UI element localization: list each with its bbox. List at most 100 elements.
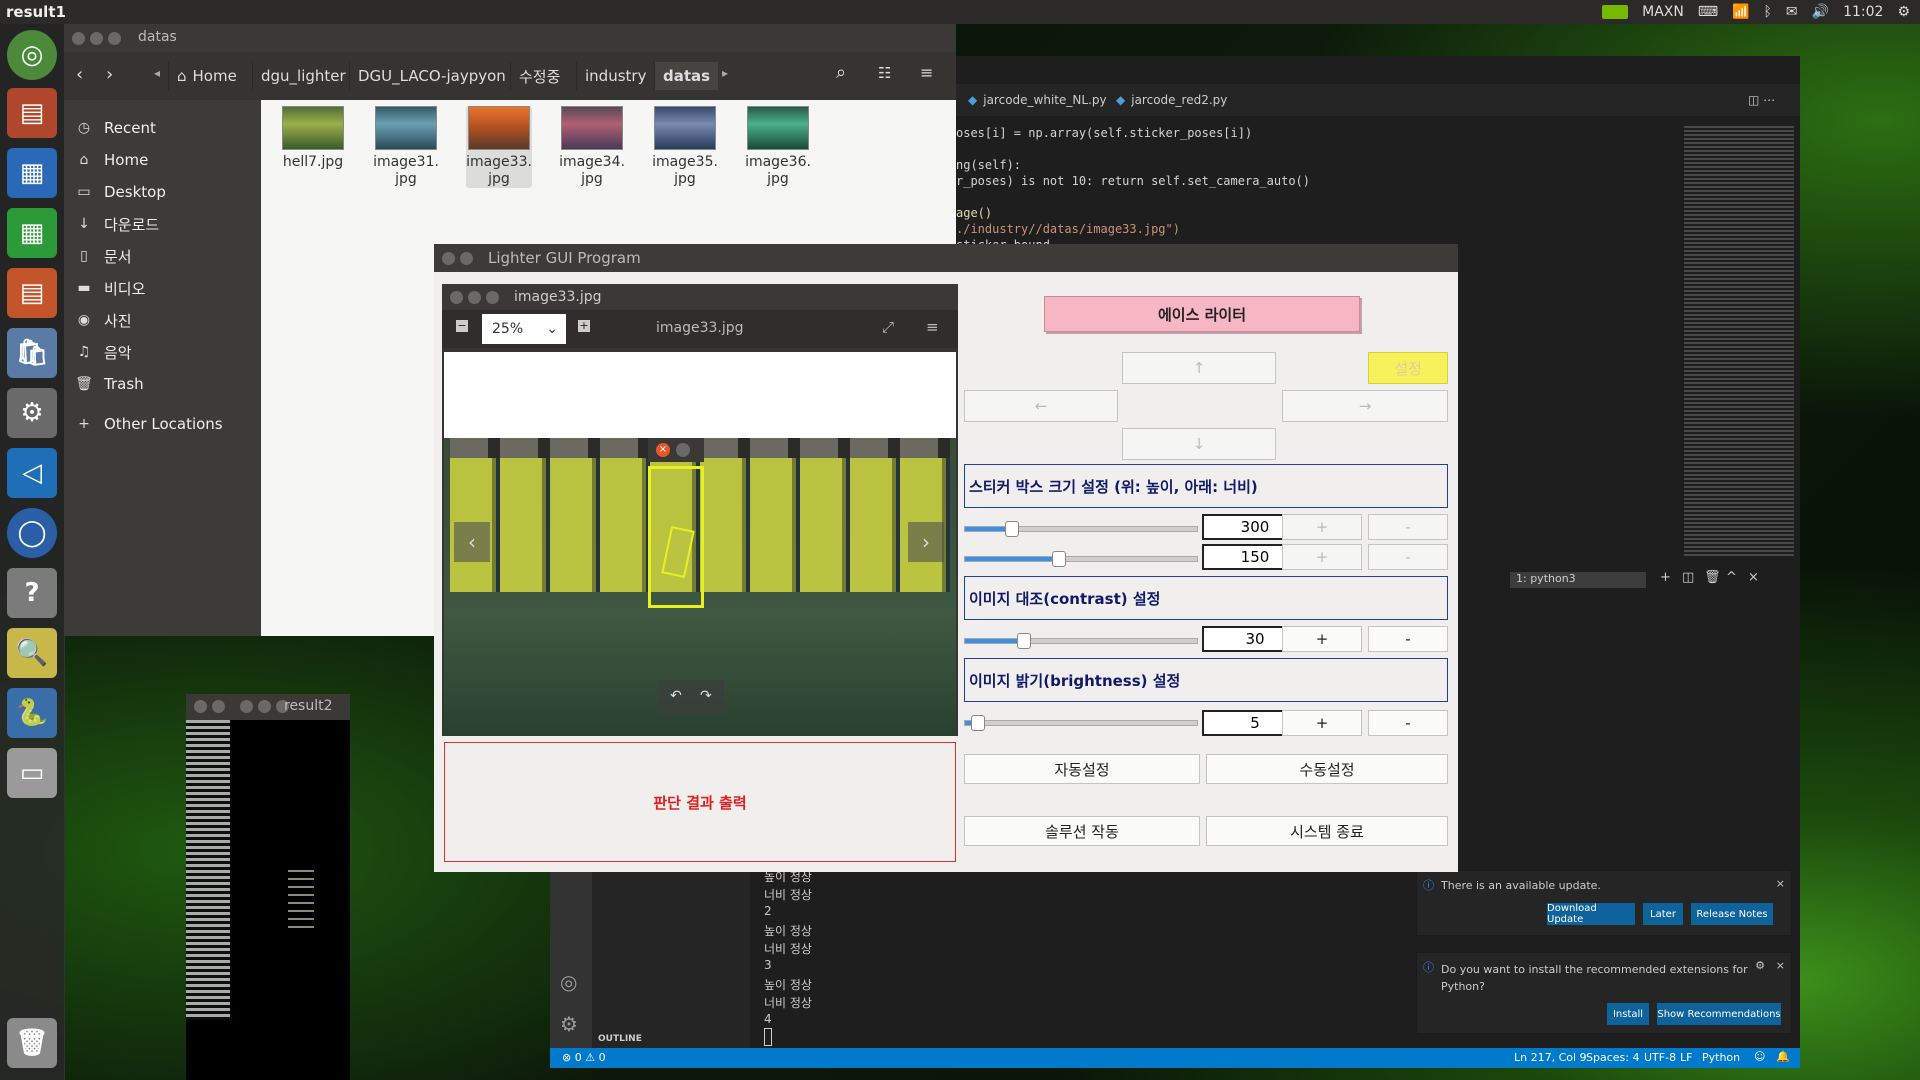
trash-terminal-icon[interactable]: 🗑 (1704, 570, 1721, 585)
calc-icon[interactable]: ▦ (7, 208, 57, 258)
brand-button[interactable]: 에이스 라이터 (1044, 296, 1360, 332)
slider-knob[interactable] (1051, 551, 1066, 567)
contrast-minus-button[interactable]: - (1368, 626, 1448, 652)
slider-knob[interactable] (1005, 521, 1020, 537)
feedback-icon[interactable]: ☺ (1754, 1050, 1765, 1063)
breadcrumb-left-icon[interactable]: ◂ (154, 66, 160, 80)
code-line[interactable]: r_poses) is not 10: return self.set_came… (956, 174, 1310, 188)
maximize-icon[interactable] (108, 32, 121, 45)
sidebar-item-music[interactable]: ♫ 음악 (64, 338, 261, 366)
gear-icon[interactable]: ⚙ (1897, 4, 1910, 20)
auto-setting-button[interactable]: 자동설정 (964, 754, 1200, 784)
problems-indicator[interactable]: ⊗ 0 ⚠ 0 (562, 1051, 606, 1064)
height-minus-button[interactable]: - (1368, 514, 1448, 540)
slider-knob[interactable] (1017, 633, 1031, 649)
rotate-left-icon[interactable]: ↶ (670, 688, 682, 704)
minimize-icon[interactable] (468, 291, 481, 304)
writer-icon[interactable]: ▦ (7, 148, 57, 198)
wifi-icon[interactable]: 📶 (1732, 4, 1749, 20)
minimize-icon[interactable] (676, 443, 690, 457)
clock[interactable]: 11:02 (1843, 4, 1883, 20)
encoding[interactable]: UTF-8 (1644, 1051, 1676, 1064)
split-terminal-icon[interactable]: ◫ (1682, 570, 1694, 585)
vscode-icon[interactable]: ◁ (7, 448, 57, 498)
help-icon[interactable]: ? (7, 568, 57, 618)
download-update-button[interactable]: Download Update (1547, 903, 1635, 925)
minimize-icon[interactable] (460, 252, 473, 265)
bell-icon[interactable]: 🔔 (1776, 1050, 1790, 1063)
power-mode[interactable]: MAXN (1642, 4, 1684, 20)
maximize-icon[interactable] (486, 291, 499, 304)
code-line[interactable]: ./industry//datas/image33.jpg") (956, 222, 1180, 236)
cursor-position[interactable]: Ln 217, Col 9 (1514, 1051, 1587, 1064)
volume-icon[interactable]: 🔊 (1812, 4, 1829, 20)
file-thumbnail[interactable]: image36. jpg (745, 106, 811, 188)
chromium-icon[interactable]: ◯ (7, 508, 57, 558)
gear-icon[interactable]: ⚙ (1755, 959, 1765, 972)
height-slider[interactable] (964, 521, 1198, 537)
terminal-panel[interactable]: 높이 정상 너비 정상 2 높이 정상 너비 정상 3 높이 정상 너비 정상 … (750, 862, 1400, 1048)
ubuntu-logo-icon[interactable]: ◎ (7, 30, 57, 80)
minimize-icon[interactable] (90, 32, 103, 45)
drive-icon[interactable]: ▭ (7, 748, 57, 798)
right-button[interactable]: → (1282, 390, 1448, 422)
forward-icon[interactable]: › (106, 64, 113, 85)
fullscreen-icon[interactable]: ⤢ (882, 318, 894, 336)
terminal-select[interactable]: 1: python3 (1510, 572, 1646, 588)
show-recommendations-button[interactable]: Show Recommendations (1657, 1003, 1781, 1025)
sidebar-item-downloads[interactable]: ↓ 다운로드 (64, 210, 261, 238)
trash-icon[interactable]: 🗑 (7, 1018, 57, 1068)
impress-icon[interactable]: ▤ (7, 268, 57, 318)
brightness-minus-button[interactable]: - (1368, 710, 1448, 736)
width-minus-button[interactable]: - (1368, 544, 1448, 570)
system-exit-button[interactable]: 시스템 종료 (1206, 816, 1448, 846)
files-icon[interactable]: ▤ (7, 88, 57, 138)
split-editor-icon[interactable]: ◫ ⋯ (1736, 84, 1787, 116)
outline-header[interactable]: OUTLINE (598, 1034, 642, 1044)
breadcrumb-item[interactable]: dgu_lighter (252, 62, 354, 90)
sidebar-item-recent[interactable]: ◷ Recent (64, 114, 261, 142)
sidebar-item-desktop[interactable]: ▭ Desktop (64, 178, 261, 206)
zoom-select[interactable]: 25% ⌄ (482, 314, 566, 344)
previous-icon[interactable]: ‹ (454, 522, 490, 562)
search-icon[interactable]: ⌕ (836, 62, 846, 83)
image-viewer-icon[interactable]: 🔍 (7, 628, 57, 678)
slider-knob[interactable] (970, 715, 985, 731)
breadcrumb-current[interactable]: datas (654, 62, 719, 90)
indentation[interactable]: Spaces: 4 (1586, 1051, 1639, 1064)
menu-icon[interactable]: ≡ (926, 318, 939, 336)
breadcrumb-item[interactable]: 수정중 (510, 62, 568, 90)
manual-setting-button[interactable]: 수동설정 (1206, 754, 1448, 784)
close-icon[interactable] (442, 252, 455, 265)
code-line[interactable]: ng(self): (956, 158, 1021, 172)
code-line[interactable]: oses[i] = np.array(self.sticker_poses[i]… (956, 126, 1252, 140)
menu-icon[interactable]: ≡ (920, 63, 933, 82)
install-button[interactable]: Install (1607, 1003, 1649, 1025)
tab-jarcode-red2[interactable]: ◆ jarcode_red2.py (1104, 84, 1239, 116)
settings-icon[interactable]: ⚙ (7, 388, 57, 438)
width-slider[interactable] (964, 551, 1198, 567)
file-thumbnail[interactable]: image31. jpg (373, 106, 439, 188)
file-thumbnail[interactable]: image35. jpg (652, 106, 718, 188)
breadcrumb-home[interactable]: ⌂ Home (168, 62, 245, 90)
account-icon[interactable]: ◎ (560, 970, 577, 994)
minimize-icon[interactable] (258, 700, 271, 713)
rotate-right-icon[interactable]: ↷ (700, 688, 712, 704)
code-line[interactable]: age() (956, 206, 992, 220)
settings-button[interactable]: 설정 (1368, 352, 1448, 384)
file-thumbnail-selected[interactable]: image33. jpg (466, 106, 532, 188)
viewer-canvas[interactable]: ‹ › ↶ ↷ × (444, 352, 956, 736)
zoom-in-icon[interactable]: + (578, 320, 590, 332)
sidebar-item-videos[interactable]: ▬ 비디오 (64, 274, 261, 302)
python-icon[interactable]: 🐍 (7, 688, 57, 738)
close-icon[interactable] (72, 32, 85, 45)
sidebar-item-documents[interactable]: ▯ 문서 (64, 242, 261, 270)
breadcrumb-right-icon[interactable]: ▸ (722, 66, 728, 80)
file-thumbnail[interactable]: hell7.jpg (280, 106, 346, 171)
height-plus-button[interactable]: + (1282, 514, 1362, 540)
close-icon[interactable]: × (1776, 959, 1785, 972)
solution-run-button[interactable]: 솔루션 작동 (964, 816, 1200, 846)
brightness-plus-button[interactable]: + (1282, 710, 1362, 736)
width-plus-button[interactable]: + (1282, 544, 1362, 570)
breadcrumb-item[interactable]: DGU_LACO-jaypyon (349, 62, 514, 90)
